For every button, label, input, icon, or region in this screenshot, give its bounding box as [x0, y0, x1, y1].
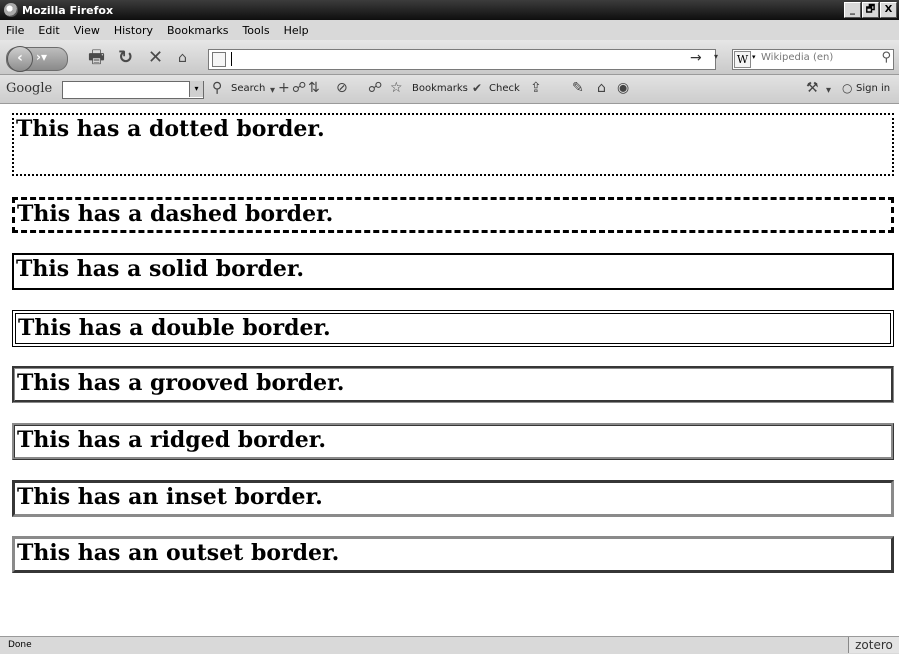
box-text: This has a double border.: [18, 315, 331, 341]
status-text: Done: [8, 640, 32, 650]
menu-tools[interactable]: Tools: [242, 24, 269, 37]
box-text: This has a dotted border.: [16, 116, 325, 142]
send-to-icon[interactable]: ⇪: [530, 81, 542, 95]
globe-icon[interactable]: ◉: [617, 81, 629, 95]
search-box[interactable]: W ▾ Wikipedia (en) ⚲: [732, 49, 894, 70]
wikipedia-engine-icon[interactable]: W: [734, 51, 751, 68]
double-border-box: This has a double border.: [12, 310, 894, 347]
box-text: This has an outset border.: [17, 540, 340, 566]
google-search-input[interactable]: [62, 81, 204, 99]
close-button[interactable]: X: [880, 2, 897, 18]
window-title: Mozilla Firefox: [22, 3, 114, 17]
zotero-button[interactable]: zotero: [848, 637, 899, 653]
menu-bar: File Edit View History Bookmarks Tools H…: [0, 20, 899, 40]
wrench-dropdown-icon[interactable]: ▾: [826, 84, 831, 98]
menu-bookmarks[interactable]: Bookmarks: [167, 24, 228, 37]
menu-help[interactable]: Help: [284, 24, 309, 37]
title-bar: Mozilla Firefox _ 🗗 X: [0, 0, 899, 20]
share-icon[interactable]: ⇅: [308, 81, 320, 95]
menu-edit[interactable]: Edit: [38, 24, 59, 37]
solid-border-box: This has a solid border.: [12, 253, 894, 290]
go-arrow-icon[interactable]: →: [690, 50, 702, 66]
history-dropdown-icon[interactable]: ▾: [714, 52, 718, 61]
box-text: This has a grooved border.: [17, 370, 345, 396]
google-search-icon[interactable]: ⚲: [212, 81, 222, 95]
search-magnifier-icon[interactable]: ⚲: [881, 50, 891, 65]
menu-view[interactable]: View: [74, 24, 100, 37]
sidewiki-icon[interactable]: ☍: [292, 81, 306, 95]
menu-file[interactable]: File: [6, 24, 24, 37]
check-button[interactable]: Check: [489, 83, 520, 94]
spellcheck-icon[interactable]: ✔: [472, 81, 482, 95]
box-text: This has a solid border.: [16, 256, 305, 282]
home-icon[interactable]: ⌂: [178, 49, 187, 67]
popup-blocker-icon[interactable]: ⊘: [336, 81, 348, 95]
highlight-icon[interactable]: ✎: [572, 81, 584, 95]
menu-history[interactable]: History: [114, 24, 153, 37]
address-bar[interactable]: [208, 49, 719, 71]
signin-button[interactable]: Sign in: [856, 83, 890, 94]
engine-dropdown-icon[interactable]: ▾: [752, 53, 756, 61]
navigation-toolbar: ‹ ›▾ 🖶 ↻ ✕ ⌂ → ▾ W ▾ Wikipedia (en) ⚲: [0, 40, 899, 75]
plus-icon[interactable]: +: [278, 81, 290, 95]
stop-icon[interactable]: ✕: [148, 49, 163, 67]
status-bar: Done zotero: [0, 636, 899, 654]
window-controls: _ 🗗 X: [844, 2, 897, 18]
back-button[interactable]: ‹: [7, 46, 33, 72]
ridged-border-box: This has a ridged border.: [12, 423, 894, 460]
google-search-dropdown-icon[interactable]: ▾: [189, 81, 203, 97]
star-icon[interactable]: ☆: [390, 81, 403, 95]
reload-icon[interactable]: ↻: [118, 49, 133, 67]
url-input[interactable]: [209, 50, 719, 71]
google-logo[interactable]: Google: [6, 81, 52, 96]
box-text: This has a dashed border.: [17, 201, 334, 227]
outset-border-box: This has an outset border.: [12, 536, 894, 573]
grooved-border-box: This has a grooved border.: [12, 366, 894, 403]
firefox-logo-icon: [4, 3, 18, 17]
bookmarks-button[interactable]: Bookmarks: [412, 83, 468, 94]
dashed-border-box: This has a dashed border.: [12, 197, 894, 233]
minimize-button[interactable]: _: [844, 2, 861, 18]
forward-button[interactable]: ›▾: [36, 50, 47, 64]
box-text: This has a ridged border.: [17, 427, 326, 453]
google-toolbar: Google ▾ ⚲ Search ▾ + ☍ ⇅ ⊘ ☍ ☆ Bookmark…: [0, 75, 899, 104]
search-placeholder: Wikipedia (en): [761, 52, 834, 63]
search-dropdown-icon[interactable]: ▾: [270, 84, 275, 98]
bank-icon[interactable]: ⌂: [597, 81, 606, 95]
dotted-border-box: This has a dotted border.: [12, 113, 894, 176]
google-search-button[interactable]: Search: [231, 83, 265, 94]
restore-button[interactable]: 🗗: [862, 2, 879, 18]
box-text: This has an inset border.: [17, 484, 323, 510]
signin-icon[interactable]: ○: [842, 81, 852, 95]
inset-border-box: This has an inset border.: [12, 480, 894, 517]
translate-icon[interactable]: ☍: [368, 81, 382, 95]
print-icon[interactable]: 🖶: [88, 49, 105, 67]
wrench-icon[interactable]: ⚒: [806, 81, 819, 95]
